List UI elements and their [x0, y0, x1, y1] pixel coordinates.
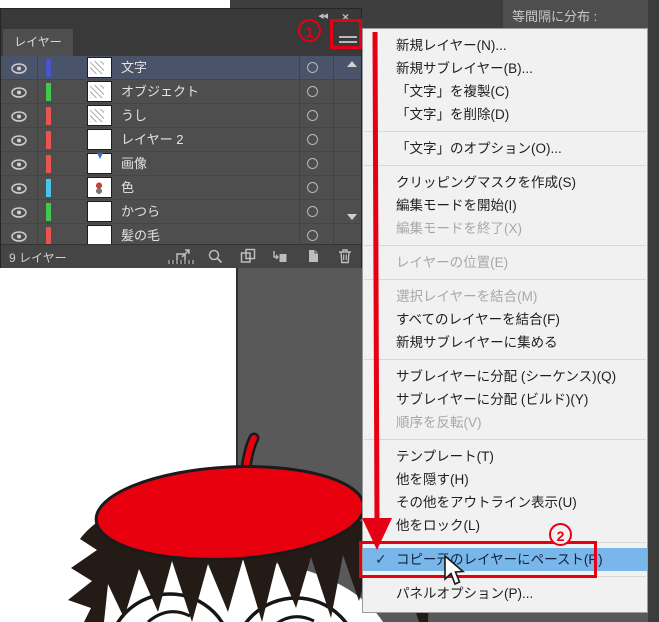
- scroll-up-icon[interactable]: [347, 61, 357, 67]
- menu-item-enter-isolation-mode[interactable]: 編集モードを開始(I): [363, 194, 647, 217]
- layer-color-bar: [46, 59, 51, 77]
- layer-name[interactable]: 髪の毛: [121, 224, 160, 244]
- layer-name[interactable]: かつら: [121, 200, 160, 224]
- menu-item-hide-others[interactable]: 他を隠す(H): [363, 468, 647, 491]
- menu-item-template[interactable]: テンプレート(T): [363, 445, 647, 468]
- menu-item-options[interactable]: 「文字」のオプション(O)...: [363, 137, 647, 160]
- scroll-down-icon[interactable]: [347, 214, 357, 220]
- layer-thumbnail[interactable]: [87, 153, 112, 174]
- tab-layers[interactable]: レイヤー: [3, 29, 73, 56]
- visibility-eye-icon[interactable]: [1, 56, 38, 80]
- layers-panel: ◀◀ × レイヤー 文字 オブジェクト うし レイヤー 2 画像 色 かつら 髪…: [0, 8, 362, 268]
- locate-object-icon[interactable]: [207, 248, 223, 264]
- menu-item-panel-options[interactable]: パネルオプション(P)...: [363, 582, 647, 605]
- layer-thumbnail[interactable]: [87, 225, 112, 244]
- layer-color-bar: [46, 179, 51, 197]
- layer-name[interactable]: 文字: [121, 56, 147, 80]
- menu-item-locate-layer: レイヤーの位置(E): [396, 255, 509, 270]
- layer-row[interactable]: かつら: [1, 200, 361, 224]
- dock-edge: [648, 0, 659, 622]
- clipping-mask-icon[interactable]: [240, 248, 256, 264]
- menu-separator: [364, 439, 646, 440]
- layer-row[interactable]: 画像: [1, 152, 361, 176]
- layer-color-bar: [46, 203, 51, 221]
- layer-name[interactable]: レイヤー 2: [121, 128, 183, 152]
- menu-item-new-sublayer[interactable]: 新規サブレイヤー(B)...: [363, 57, 647, 80]
- layer-count: 9 レイヤー: [9, 251, 67, 265]
- layer-thumbnail[interactable]: [87, 177, 112, 198]
- panel-status-bar: 9 レイヤー: [1, 244, 361, 268]
- menu-separator: [364, 279, 646, 280]
- distribute-spacing-label: 等間隔に分布 :: [512, 9, 598, 24]
- layer-color-bar: [46, 107, 51, 125]
- menu-item-collect-in-new-layer[interactable]: 新規サブレイヤーに集める: [363, 331, 647, 354]
- layer-row[interactable]: 髪の毛: [1, 224, 361, 244]
- layer-thumbnail[interactable]: [87, 57, 112, 78]
- menu-item-flatten-artwork[interactable]: すべてのレイヤーを結合(F): [363, 308, 647, 331]
- layer-name[interactable]: 画像: [121, 152, 147, 176]
- layer-color-bar: [46, 155, 51, 173]
- layer-row[interactable]: 色: [1, 176, 361, 200]
- annotation-step-2: 2: [549, 523, 572, 546]
- menu-item-new-layer[interactable]: 新規レイヤー(N)...: [363, 34, 647, 57]
- layer-name[interactable]: 色: [121, 176, 134, 200]
- visibility-eye-icon[interactable]: [1, 176, 38, 200]
- annotation-box-flyout-icon: [330, 19, 362, 49]
- visibility-eye-icon[interactable]: [1, 200, 38, 224]
- layer-row[interactable]: オブジェクト: [1, 80, 361, 104]
- menu-item-exit-isolation-mode: 編集モードを終了(X): [396, 221, 522, 236]
- menu-item-paste-remembers-layers[interactable]: ✓ コピー元のレイヤーにペースト(R): [359, 541, 647, 578]
- menu-item-reverse-order: 順序を反転(V): [396, 415, 482, 430]
- layer-thumbnail[interactable]: [87, 81, 112, 102]
- menu-item-outline-others[interactable]: その他をアウトライン表示(U): [363, 491, 647, 514]
- layer-row[interactable]: 文字: [1, 56, 361, 80]
- annotation-step-1: 1: [298, 19, 321, 42]
- target-circle-icon[interactable]: [307, 62, 318, 73]
- layer-color-bar: [46, 227, 51, 244]
- panel-resize-grip[interactable]: [168, 260, 194, 264]
- target-circle-icon[interactable]: [307, 134, 318, 145]
- target-circle-icon[interactable]: [307, 86, 318, 97]
- layer-thumbnail[interactable]: [87, 129, 112, 150]
- annotation-arrow: [362, 32, 392, 550]
- visibility-eye-icon[interactable]: [1, 104, 38, 128]
- layer-list: 文字 オブジェクト うし レイヤー 2 画像 色 かつら 髪の毛: [1, 56, 361, 244]
- menu-item-lock-others[interactable]: 他をロック(L): [363, 514, 647, 537]
- visibility-eye-icon[interactable]: [1, 224, 38, 244]
- layer-row[interactable]: レイヤー 2: [1, 128, 361, 152]
- menu-separator: [364, 131, 646, 132]
- target-circle-icon[interactable]: [307, 110, 318, 121]
- layer-thumbnail[interactable]: [87, 201, 112, 222]
- visibility-eye-icon[interactable]: [1, 80, 38, 104]
- menu-item-release-to-layers-sequence[interactable]: サブレイヤーに分配 (シーケンス)(Q): [363, 365, 647, 388]
- delete-layer-trash-icon[interactable]: [337, 248, 353, 264]
- menu-item-make-clipping-mask[interactable]: クリッピングマスクを作成(S): [363, 171, 647, 194]
- layer-color-bar: [46, 131, 51, 149]
- new-sublayer-icon[interactable]: [272, 248, 288, 264]
- visibility-eye-icon[interactable]: [1, 128, 38, 152]
- layer-name[interactable]: オブジェクト: [121, 80, 199, 104]
- target-circle-icon[interactable]: [307, 182, 318, 193]
- layers-flyout-menu: 新規レイヤー(N)... 新規サブレイヤー(B)... 「文字」を複製(C) 「…: [359, 28, 648, 613]
- new-layer-icon[interactable]: [305, 248, 321, 264]
- menu-item-release-to-layers-build[interactable]: サブレイヤーに分配 (ビルド)(Y): [363, 388, 647, 411]
- target-circle-icon[interactable]: [307, 158, 318, 169]
- layer-color-bar: [46, 83, 51, 101]
- mouse-cursor: [444, 555, 465, 586]
- layer-thumbnail[interactable]: [87, 105, 112, 126]
- target-circle-icon[interactable]: [307, 230, 318, 241]
- menu-item-delete[interactable]: 「文字」を削除(D): [363, 103, 647, 126]
- illustrator-screen: 等間隔に分布 : ◀◀ × レイヤー 文字 オブジェクト うし レイヤー 2 画…: [0, 0, 659, 622]
- menu-separator: [364, 359, 646, 360]
- collapse-panel-icon[interactable]: ◀◀: [318, 12, 328, 20]
- menu-separator: [364, 165, 646, 166]
- target-circle-icon[interactable]: [307, 206, 318, 217]
- menu-separator: [364, 245, 646, 246]
- layer-row[interactable]: うし: [1, 104, 361, 128]
- menu-item-duplicate[interactable]: 「文字」を複製(C): [363, 80, 647, 103]
- visibility-eye-icon[interactable]: [1, 152, 38, 176]
- layer-name[interactable]: うし: [121, 104, 147, 128]
- menu-item-merge-selected: 選択レイヤーを結合(M): [396, 289, 538, 304]
